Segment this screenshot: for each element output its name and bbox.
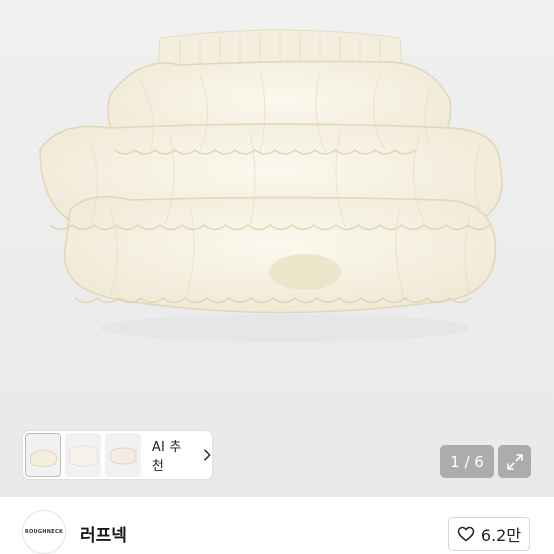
seller-name[interactable]: 러프넥 xyxy=(80,521,127,546)
expand-icon xyxy=(506,453,523,470)
ai-recommend-button[interactable]: AI 추천 xyxy=(152,436,212,474)
expand-button[interactable] xyxy=(498,445,531,478)
seller-logo-text: ROUGHNECK xyxy=(24,529,64,535)
ai-recommend-label: AI 추천 xyxy=(151,440,182,474)
thumbnail-3[interactable] xyxy=(104,433,141,477)
seller-bar: ROUGHNECK 러프넥 6.2만 xyxy=(0,497,554,554)
chevron-right-icon xyxy=(204,449,211,461)
like-count: 6.2만 xyxy=(480,526,522,545)
heart-outline-icon xyxy=(457,526,475,542)
seller-avatar[interactable]: ROUGHNECK xyxy=(22,510,66,554)
thumbnail-2[interactable] xyxy=(64,433,101,477)
product-image-gallery[interactable]: AI 추천 1 / 6 xyxy=(0,0,554,497)
product-image xyxy=(39,29,503,342)
like-button[interactable]: 6.2만 xyxy=(448,517,530,551)
thumbnail-1[interactable] xyxy=(25,433,61,477)
ai-recommend-strip[interactable]: AI 추천 xyxy=(23,431,212,479)
page-counter-text: 1 / 6 xyxy=(450,452,484,471)
page-counter: 1 / 6 xyxy=(440,445,494,478)
